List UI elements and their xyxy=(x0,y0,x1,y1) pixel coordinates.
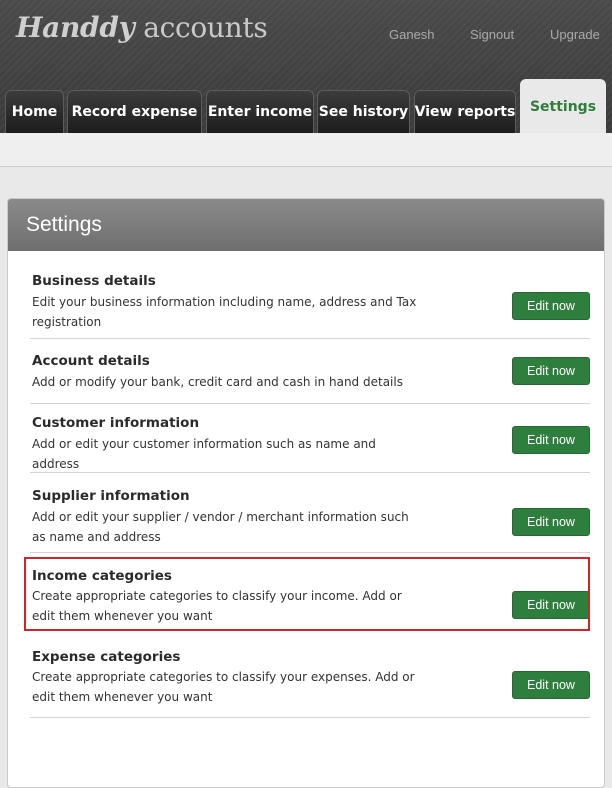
row-description: Edit your business information including… xyxy=(32,295,417,329)
tab-enter-income[interactable]: Enter income xyxy=(206,90,314,133)
row-description: Create appropriate categories to classif… xyxy=(32,589,402,623)
edit-customer-information-button[interactable]: Edit now xyxy=(512,426,590,454)
row-title: Account details xyxy=(32,353,150,369)
settings-panel: Settings Business details Edit your busi… xyxy=(7,198,605,788)
settings-row-expense-categories: Expense categories Create appropriate ca… xyxy=(30,636,590,718)
row-title: Income categories xyxy=(32,568,172,584)
settings-row-account-details: Account details Add or modify your bank,… xyxy=(30,339,590,404)
settings-row-business-details: Business details Edit your business info… xyxy=(30,261,590,339)
upgrade-link[interactable]: Upgrade xyxy=(550,27,600,42)
tab-see-history[interactable]: See history xyxy=(317,90,410,133)
settings-row-supplier-information: Supplier information Add or edit your su… xyxy=(30,473,590,553)
settings-row-customer-information: Customer information Add or edit your cu… xyxy=(30,404,590,473)
row-title: Expense categories xyxy=(32,649,181,665)
tab-home[interactable]: Home xyxy=(5,90,64,133)
tab-record-expense[interactable]: Record expense xyxy=(67,90,202,133)
edit-business-details-button[interactable]: Edit now xyxy=(512,292,590,320)
edit-account-details-button[interactable]: Edit now xyxy=(512,357,590,385)
app-logo[interactable]: Handdy accounts xyxy=(16,11,268,44)
row-description: Create appropriate categories to classif… xyxy=(32,670,415,704)
signout-link[interactable]: Signout xyxy=(470,27,514,42)
edit-expense-categories-button[interactable]: Edit now xyxy=(512,671,590,699)
settings-row-income-categories: Income categories Create appropriate cat… xyxy=(30,557,590,633)
tab-settings[interactable]: Settings xyxy=(520,79,606,133)
logo-part1: Handdy xyxy=(16,11,135,44)
row-title: Customer information xyxy=(32,415,200,431)
page-title: Settings xyxy=(26,213,102,236)
sub-navigation-bar xyxy=(0,133,612,167)
edit-supplier-information-button[interactable]: Edit now xyxy=(512,508,590,536)
top-header: Handdy accounts Ganesh Signout Upgrade H… xyxy=(0,0,612,133)
edit-income-categories-button[interactable]: Edit now xyxy=(512,591,590,619)
row-title: Supplier information xyxy=(32,488,190,504)
row-description: Add or edit your customer information su… xyxy=(32,437,376,471)
logo-part2: accounts xyxy=(134,11,268,44)
row-title: Business details xyxy=(32,273,156,289)
user-link[interactable]: Ganesh xyxy=(389,27,435,42)
panel-header: Settings xyxy=(8,199,604,251)
row-description: Add or edit your supplier / vendor / mer… xyxy=(32,510,409,544)
tab-view-reports[interactable]: View reports xyxy=(414,90,516,133)
row-description: Add or modify your bank, credit card and… xyxy=(32,375,403,389)
